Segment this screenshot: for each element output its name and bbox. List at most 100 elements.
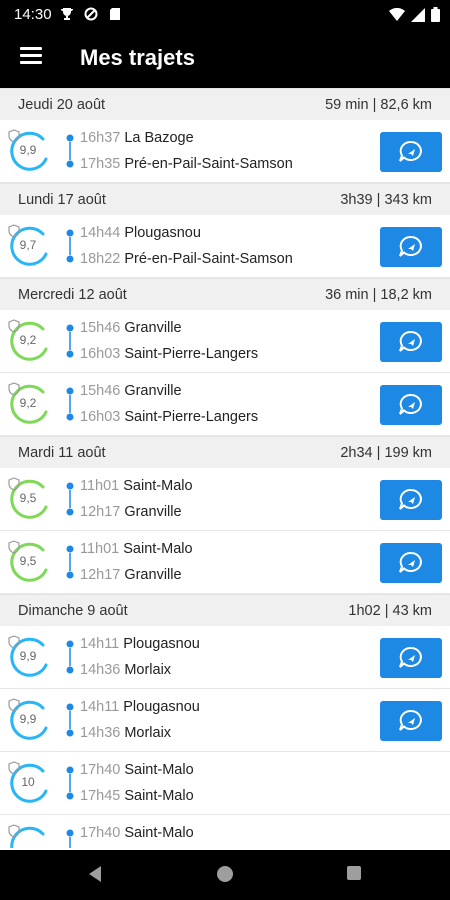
recents-icon[interactable] [346, 865, 362, 881]
route-line-icon [66, 766, 74, 800]
departure-place: Saint-Malo [123, 478, 193, 494]
chat-bubble-icon [399, 488, 422, 510]
score-gauge: 9,2 [8, 319, 54, 365]
trip-row[interactable]: 9,5 11h01 Saint-Malo 12h17 Granville [0, 531, 450, 594]
score-value: 9,5 [19, 554, 37, 568]
comment-button[interactable] [380, 132, 442, 172]
arrival: 17h45 Saint-Malo [80, 788, 194, 804]
trip-row[interactable]: 9,7 14h44 Plougasnou 18h22 Pré-en-Pail-Saint… [0, 215, 450, 278]
score-gauge: 9,7 [8, 224, 54, 270]
route-line-icon [66, 229, 74, 263]
departure-place: Saint-Malo [124, 762, 194, 778]
score-value: 9,9 [19, 712, 37, 726]
trip-row[interactable]: 9,9 16h37 La Bazoge 17h35 Pré-en-Pail-Saint-… [0, 120, 450, 183]
departure: 17h40 Saint-Malo [80, 762, 194, 778]
trip-row[interactable]: 9,2 15h46 Granville 16h03 Saint-Pierre-Lange… [0, 310, 450, 373]
day-summary: 36 min | 18,2 km [325, 286, 432, 303]
score-gauge [8, 824, 54, 848]
system-nav-bar [0, 850, 450, 900]
comment-button[interactable] [380, 385, 442, 425]
departure-place: Saint-Malo [123, 541, 193, 557]
departure-time: 15h46 [80, 383, 121, 399]
day-header: Lundi 17 août 3h39 | 343 km [0, 183, 450, 215]
home-icon[interactable] [216, 865, 234, 883]
departure: 14h11 Plougasnou [80, 636, 200, 652]
departure-time: 14h11 [80, 636, 120, 652]
route-line-icon [66, 482, 74, 516]
arrival-time: 12h17 [80, 567, 121, 583]
score-value: 9,2 [19, 333, 37, 347]
trip-row[interactable]: 10 17h40 Saint-Malo 17h45 Saint-Malo [0, 752, 450, 815]
comment-button[interactable] [380, 638, 442, 678]
day-date: Lundi 17 août [18, 191, 106, 208]
comment-button[interactable] [380, 480, 442, 520]
shield-icon [8, 224, 20, 238]
status-time: 14:30 [14, 6, 52, 23]
score-gauge: 9,5 [8, 540, 54, 586]
trip-row[interactable]: 9,9 14h11 Plougasnou 14h36 Morlaix [0, 689, 450, 752]
departure-place: Saint-Malo [124, 825, 194, 841]
trip-row[interactable]: 9,9 14h11 Plougasnou 14h36 Morlaix [0, 626, 450, 689]
chat-bubble-icon [399, 140, 422, 162]
arrival-place: Saint-Pierre-Langers [124, 409, 259, 425]
day-summary: 1h02 | 43 km [348, 602, 432, 619]
arrival-time: 12h17 [80, 504, 121, 520]
trip-row[interactable]: 9,5 11h01 Saint-Malo 12h17 Granville [0, 468, 450, 531]
chat-bubble-icon [399, 709, 422, 731]
departure-place: Plougasnou [124, 225, 201, 241]
route-line-icon [66, 387, 74, 421]
arrival-time: 14h36 [80, 725, 121, 741]
departure-time: 17h40 [80, 762, 121, 778]
arrival-place: Pré-en-Pail-Saint-Samson [124, 251, 293, 267]
trip-row[interactable]: 9,2 15h46 Granville 16h03 Saint-Pierre-Lange… [0, 373, 450, 436]
arrival-place: Saint-Malo [124, 788, 194, 804]
shield-icon [8, 761, 20, 775]
status-bar: 14:30 [0, 0, 450, 30]
chat-bubble-icon [399, 235, 422, 257]
back-icon[interactable] [87, 865, 103, 883]
hamburger-menu-icon[interactable] [20, 47, 42, 67]
score-value: 9,2 [19, 396, 37, 410]
arrival: 12h17 Granville [80, 504, 182, 520]
departure-time: 15h46 [80, 320, 121, 336]
score-value: 9,9 [19, 649, 37, 663]
arrival-place: Granville [124, 504, 182, 520]
departure-time: 17h40 [80, 825, 121, 841]
arrival-time: 18h22 [80, 251, 121, 267]
arrival-time: 17h35 [80, 156, 121, 172]
trip-row[interactable]: 17h40 Saint-Malo [0, 815, 450, 848]
score-gauge: 9,9 [8, 129, 54, 175]
score-gauge: 9,9 [8, 635, 54, 681]
day-header: Mercredi 12 août 36 min | 18,2 km [0, 278, 450, 310]
trips-list[interactable]: Jeudi 20 août 59 min | 82,6 km 9,9 16h37 La … [0, 88, 450, 848]
wifi-icon [389, 7, 405, 21]
arrival: 18h22 Pré-en-Pail-Saint-Samson [80, 251, 293, 267]
departure: 14h11 Plougasnou [80, 699, 200, 715]
arrival-place: Morlaix [124, 725, 172, 741]
score-gauge: 9,5 [8, 477, 54, 523]
departure-time: 11h01 [80, 541, 120, 557]
comment-button[interactable] [380, 227, 442, 267]
day-summary: 59 min | 82,6 km [325, 96, 432, 113]
status-notification-icons [60, 7, 122, 21]
departure: 17h40 Saint-Malo [80, 825, 194, 841]
comment-button[interactable] [380, 543, 442, 583]
departure-place: La Bazoge [124, 130, 194, 146]
day-date: Mercredi 12 août [18, 286, 127, 303]
arrival-place: Morlaix [124, 662, 172, 678]
battery-icon [431, 7, 440, 22]
score-value: 10 [21, 775, 35, 789]
status-system-icons [389, 7, 440, 22]
arrival: 14h36 Morlaix [80, 725, 171, 741]
comment-button[interactable] [380, 701, 442, 741]
day-summary: 3h39 | 343 km [340, 191, 432, 208]
day-header: Jeudi 20 août 59 min | 82,6 km [0, 88, 450, 120]
arrival-place: Saint-Pierre-Langers [124, 346, 259, 362]
score-value: 9,5 [19, 491, 37, 505]
chat-bubble-icon [399, 646, 422, 668]
comment-button[interactable] [380, 322, 442, 362]
day-date: Mardi 11 août [18, 444, 106, 461]
chat-bubble-icon [399, 393, 422, 415]
score-gauge: 9,2 [8, 382, 54, 428]
departure-time: 14h44 [80, 225, 121, 241]
